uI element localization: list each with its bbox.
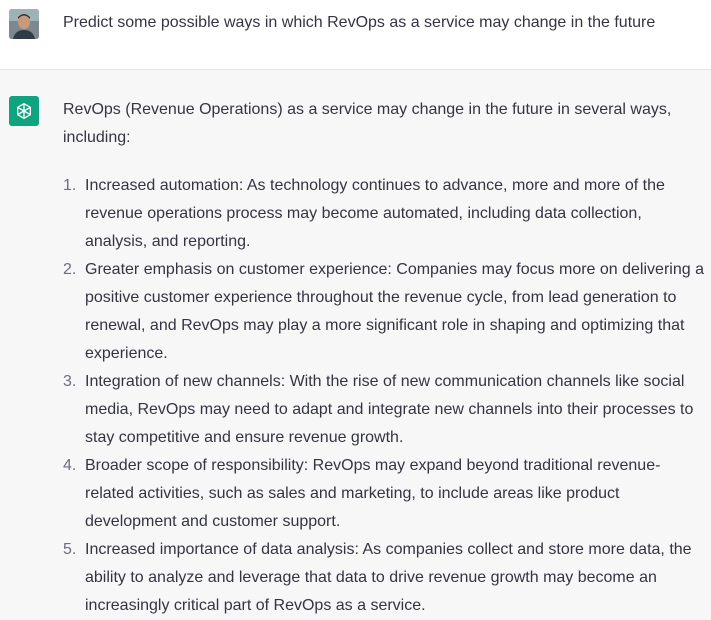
list-item-number: 3. [63, 373, 77, 390]
chatgpt-logo-icon [17, 103, 32, 120]
list-item: 1. Increased automation: As technology c… [63, 172, 708, 256]
answer-intro: RevOps (Revenue Operations) as a service… [63, 101, 672, 146]
list-item-text: Broader scope of responsibility: RevOps … [85, 457, 661, 530]
user-avatar [9, 9, 39, 39]
list-item-number: 5. [63, 541, 77, 558]
list-item-text: Increased automation: As technology cont… [85, 177, 665, 250]
assistant-answer: RevOps (Revenue Operations) as a service… [63, 96, 708, 620]
list-item: 4. Broader scope of responsibility: RevO… [63, 452, 708, 536]
list-item-number: 2. [63, 261, 77, 278]
answer-list: 1. Increased automation: As technology c… [63, 172, 708, 620]
user-prompt-text: Predict some possible ways in which RevO… [63, 14, 656, 31]
user-photo-avatar-icon [9, 9, 39, 39]
list-item: 3. Integration of new channels: With the… [63, 368, 708, 452]
user-message-row: Predict some possible ways in which RevO… [0, 0, 711, 70]
list-item: 2. Greater emphasis on customer experien… [63, 256, 708, 368]
list-item: 5. Increased importance of data analysis… [63, 536, 708, 620]
list-item-text: Greater emphasis on customer experience:… [85, 261, 704, 362]
assistant-message-row: RevOps (Revenue Operations) as a service… [0, 70, 711, 614]
assistant-avatar [9, 96, 39, 126]
list-item-text: Increased importance of data analysis: A… [85, 541, 692, 614]
list-item-text: Integration of new channels: With the ri… [85, 373, 694, 446]
list-item-number: 4. [63, 457, 77, 474]
list-item-number: 1. [63, 177, 77, 194]
